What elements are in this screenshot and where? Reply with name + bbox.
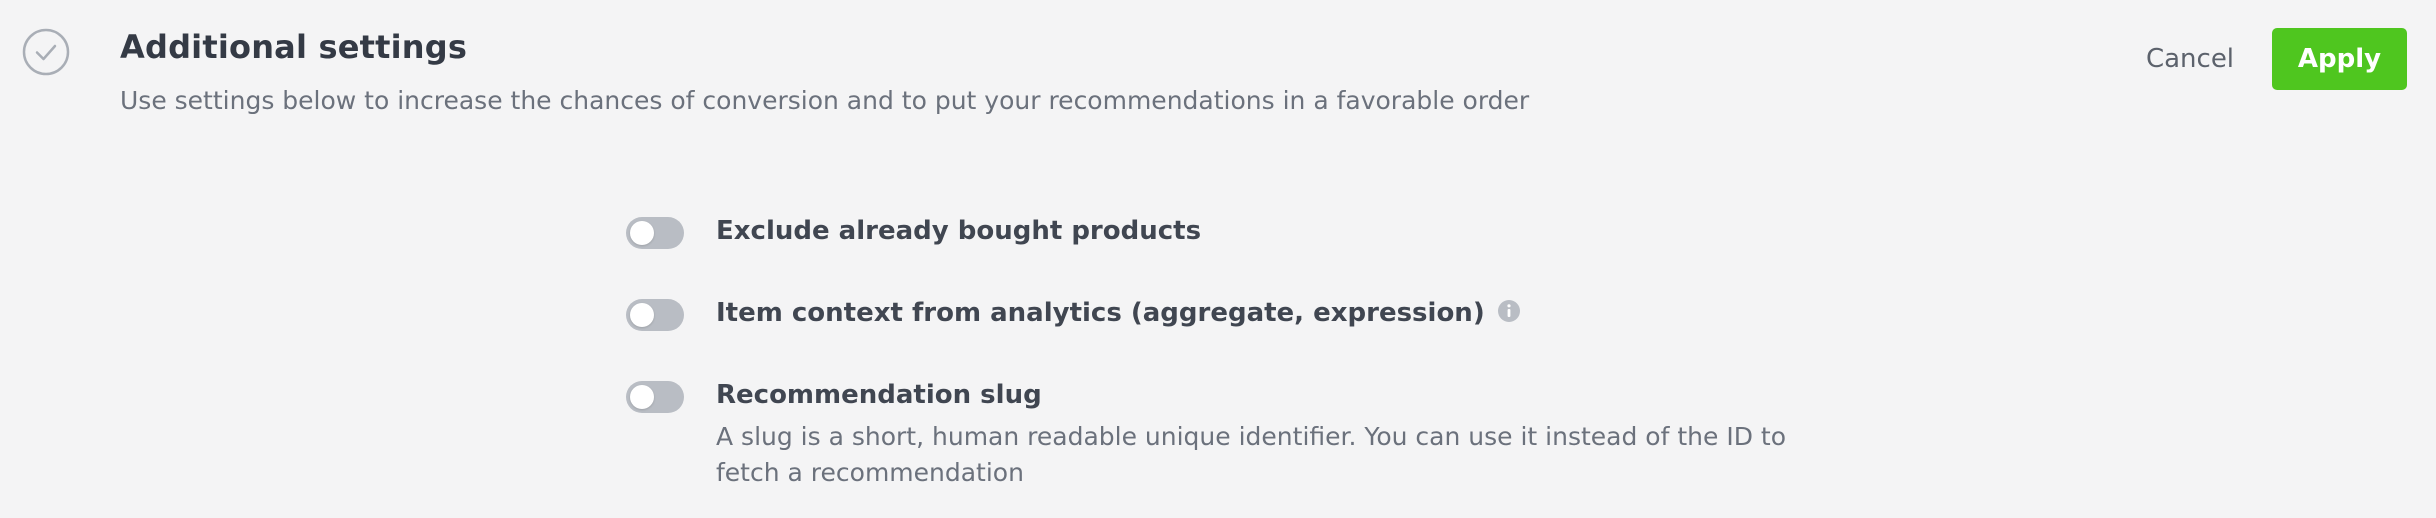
setting-label: Item context from analytics (aggregate, … (716, 298, 1485, 328)
check-circle-icon (22, 28, 70, 76)
info-icon[interactable] (1497, 299, 1521, 323)
recommendation-slug-toggle[interactable] (626, 381, 684, 413)
section-title: Additional settings (120, 28, 468, 66)
exclude-bought-toggle[interactable] (626, 217, 684, 249)
section-subtitle: Use settings below to increase the chanc… (120, 86, 1530, 115)
setting-label: Exclude already bought products (716, 216, 1202, 246)
additional-settings-panel: Additional settings Use settings below t… (0, 0, 2436, 518)
apply-button[interactable]: Apply (2272, 28, 2407, 90)
setting-label: Recommendation slug (716, 380, 1042, 410)
item-context-toggle[interactable] (626, 299, 684, 331)
setting-label-wrapper: Item context from analytics (aggregate, … (716, 298, 1521, 328)
cancel-button[interactable]: Cancel (2128, 28, 2252, 90)
toggle-knob (630, 221, 654, 245)
setting-description: A slug is a short, human readable unique… (716, 422, 1786, 487)
toggle-knob (630, 303, 654, 327)
toggle-knob (630, 385, 654, 409)
